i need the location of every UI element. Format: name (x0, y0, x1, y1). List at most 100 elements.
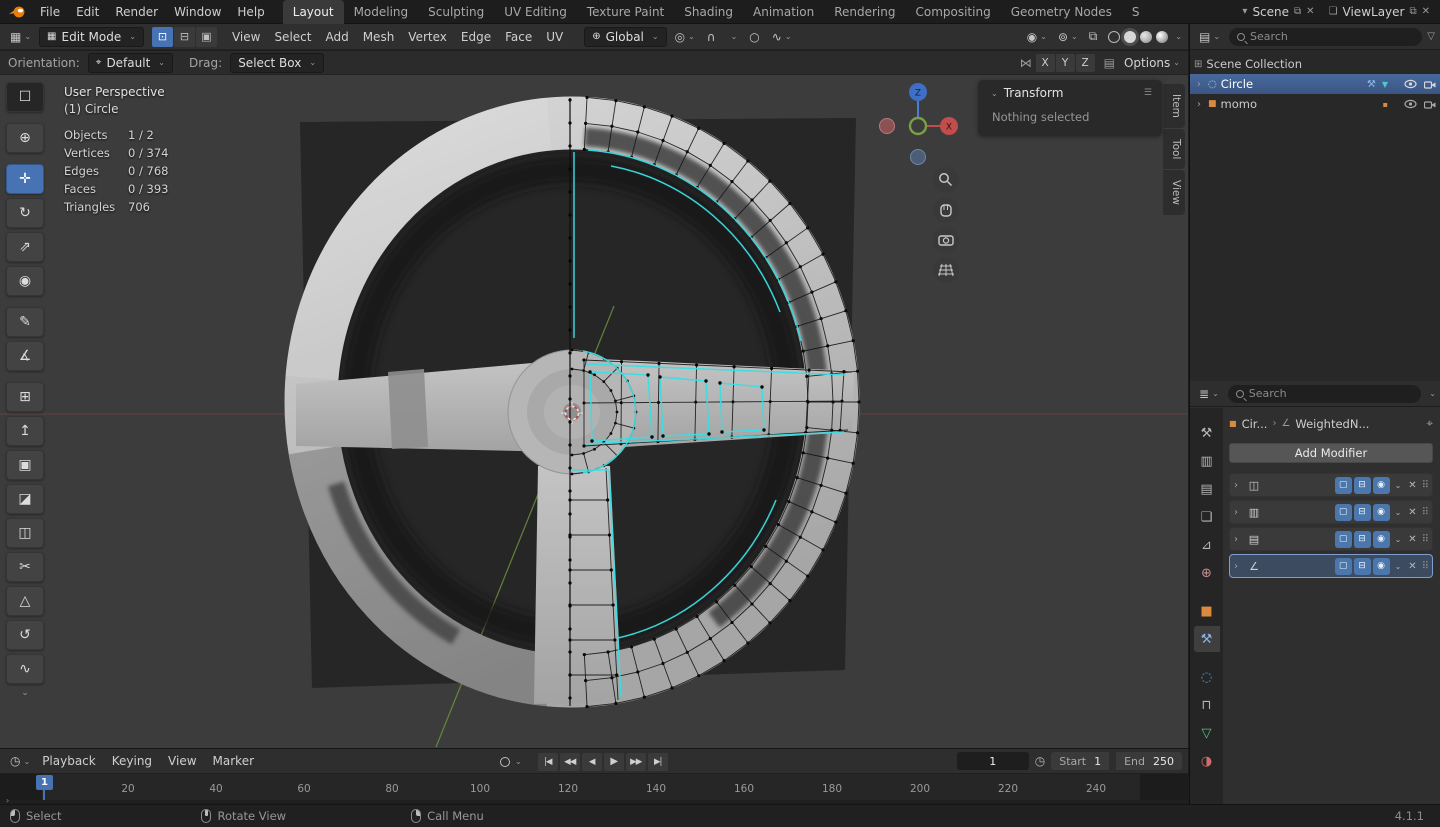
drag-handle[interactable]: ⠿ (1422, 561, 1428, 572)
playhead[interactable]: 1 (36, 775, 53, 790)
drag-dropdown[interactable]: Select Box⌄ (230, 53, 324, 73)
tool-select-box[interactable]: ☐ (6, 82, 44, 112)
display-realtime-toggle[interactable]: ⊟ (1354, 504, 1371, 521)
hide-eye-icon[interactable] (1404, 79, 1417, 89)
transform-orientation-dropdown[interactable]: ⊕ Global⌄ (584, 27, 666, 47)
expand-icon[interactable]: › (1194, 79, 1204, 90)
sidebar-tab-item[interactable]: Item (1163, 84, 1185, 128)
snapping-dropdown[interactable]: ⌄ (724, 27, 742, 47)
timeline-menu-keying[interactable]: Keying (104, 754, 160, 768)
mirror-axis-x[interactable]: X (1036, 54, 1055, 72)
workspace-tab-layout[interactable]: Layout (283, 0, 344, 24)
modifier-row[interactable]: › ∠ ▢⊟◉ ⌄ ✕ ⠿ (1229, 554, 1433, 578)
viewlayer-selector[interactable]: ❏ ViewLayer ⧉ ✕ (1329, 5, 1430, 19)
snap-magnet-toggle[interactable]: ∩ (703, 27, 720, 47)
auto-keying-toggle[interactable]: ⌄ (500, 757, 522, 767)
collapse-panel-icon[interactable]: ⌄ (991, 89, 998, 98)
pivot-point-dropdown[interactable]: ◎⌄ (671, 27, 699, 47)
pin-icon[interactable]: ⌖ (1427, 416, 1433, 431)
spoke-bottom[interactable] (534, 466, 622, 704)
expand-modifier-icon[interactable]: › (1234, 561, 1244, 572)
display-render-toggle[interactable]: ◉ (1373, 477, 1390, 494)
mirror-axis-z[interactable]: Z (1076, 54, 1095, 72)
gizmo-y-axis[interactable] (910, 118, 926, 134)
viewport-canvas[interactable]: Z X (0, 75, 1188, 748)
vp-menu-add[interactable]: Add (318, 30, 355, 44)
properties-tab-scene[interactable]: ⊿ (1194, 532, 1220, 558)
properties-tab-physics[interactable]: ◌ (1194, 664, 1220, 690)
transport-play-reverse[interactable]: ◀ (582, 753, 602, 771)
shading-solid-button[interactable] (1124, 31, 1136, 43)
expand-modifier-icon[interactable]: › (1234, 507, 1244, 518)
display-editmode-toggle[interactable]: ▢ (1335, 531, 1352, 548)
workspace-tab-uv-editing[interactable]: UV Editing (494, 0, 577, 24)
timeline-menu-view[interactable]: View (160, 754, 204, 768)
tool-scale[interactable]: ⇗ (6, 232, 44, 262)
shading-wireframe-button[interactable] (1108, 31, 1120, 43)
outliner-row-momo[interactable]: › ■ momo ▪ (1190, 94, 1440, 114)
tool-annotate[interactable]: ✎ (6, 307, 44, 337)
menu-help[interactable]: Help (229, 5, 272, 19)
workspace-tab-s[interactable]: S (1122, 0, 1150, 24)
expand-modifier-icon[interactable]: › (1234, 534, 1244, 545)
face-select-mode-button[interactable]: ▣ (196, 27, 217, 47)
add-viewlayer-icon[interactable]: ⧉ (1409, 6, 1416, 17)
workspace-tab-geometry-nodes[interactable]: Geometry Nodes (1001, 0, 1122, 24)
properties-editor-icon[interactable]: ≣⌄ (1195, 384, 1223, 404)
edge-select-mode-button[interactable]: ⊟ (174, 27, 195, 47)
add-modifier-button[interactable]: Add Modifier (1229, 443, 1433, 463)
tool-rotate[interactable]: ↻ (6, 198, 44, 228)
display-editmode-toggle[interactable]: ▢ (1335, 477, 1352, 494)
timeline-ruler[interactable]: 1 20406080100120140160180200220240 (0, 774, 1188, 800)
properties-tab-tool[interactable]: ⚒ (1194, 420, 1220, 446)
timeline-menu-marker[interactable]: Marker (205, 754, 262, 768)
toolbar-more-icon[interactable]: ⌄ (6, 688, 44, 698)
tool-spin[interactable]: ↺ (6, 620, 44, 650)
mode-dropdown[interactable]: ▦ Edit Mode⌄ (39, 27, 144, 47)
menu-file[interactable]: File (32, 5, 68, 19)
tool-inset-faces[interactable]: ▣ (6, 450, 44, 480)
disable-render-camera-icon[interactable] (1424, 80, 1436, 89)
display-render-toggle[interactable]: ◉ (1373, 504, 1390, 521)
tool-cursor[interactable]: ⊕ (6, 123, 44, 153)
delete-modifier-icon[interactable]: ✕ (1406, 507, 1418, 518)
3d-viewport[interactable]: Z X (0, 75, 1188, 748)
shading-rendered-button[interactable] (1156, 31, 1168, 43)
vp-menu-edge[interactable]: Edge (454, 30, 498, 44)
outliner-row-scene-collection[interactable]: ⊞ Scene Collection (1190, 54, 1440, 74)
editor-type-icon[interactable]: ▦⌄ (6, 27, 35, 47)
display-editmode-toggle[interactable]: ▢ (1335, 558, 1352, 575)
transport-play[interactable]: ▶ (604, 753, 624, 771)
scene-browse-icon[interactable]: ▾ (1242, 6, 1247, 17)
vp-menu-face[interactable]: Face (498, 30, 539, 44)
timeline-editor-icon[interactable]: ◷⌄ (6, 751, 34, 771)
breadcrumb-modifier[interactable]: WeightedN... (1295, 417, 1369, 431)
snap-base-icon[interactable]: ▤ (1104, 56, 1115, 70)
filter-icon[interactable]: ▽ (1427, 31, 1435, 42)
drag-handle[interactable]: ⠿ (1422, 480, 1428, 491)
hide-eye-icon[interactable] (1404, 99, 1417, 109)
modifier-row[interactable]: › ▤ ▢⊟◉ ⌄ ✕ ⠿ (1229, 527, 1433, 551)
workspace-tab-shading[interactable]: Shading (674, 0, 743, 24)
transport-next-keyframe[interactable]: ▶▶ (626, 753, 646, 771)
sidebar-tab-tool[interactable]: Tool (1163, 129, 1185, 169)
gizmo-x-neg[interactable] (880, 119, 895, 134)
properties-tab-object[interactable]: ■ (1194, 598, 1220, 624)
delete-modifier-icon[interactable]: ✕ (1406, 561, 1418, 572)
vp-menu-select[interactable]: Select (267, 30, 318, 44)
tool-extrude-region[interactable]: ↥ (6, 416, 44, 446)
workspace-tab-modeling[interactable]: Modeling (344, 0, 419, 24)
pan-button[interactable] (933, 197, 959, 223)
tool-loop-cut[interactable]: ◫ (6, 518, 44, 548)
gizmo-z-neg[interactable] (911, 150, 926, 165)
unlink-scene-icon[interactable]: ✕ (1306, 6, 1314, 17)
workspace-tab-rendering[interactable]: Rendering (824, 0, 905, 24)
properties-tab-constraints[interactable]: ⊓ (1194, 692, 1220, 718)
properties-tab-object-data[interactable]: ▽ (1194, 720, 1220, 746)
breadcrumb-object[interactable]: Cir... (1242, 417, 1268, 431)
remove-viewlayer-icon[interactable]: ✕ (1422, 6, 1430, 17)
tool-move[interactable]: ✛ (6, 164, 44, 194)
new-scene-icon[interactable]: ⧉ (1294, 6, 1301, 17)
properties-tab-world[interactable]: ⊕ (1194, 560, 1220, 586)
frame-start-field[interactable]: Start1 (1051, 752, 1109, 770)
